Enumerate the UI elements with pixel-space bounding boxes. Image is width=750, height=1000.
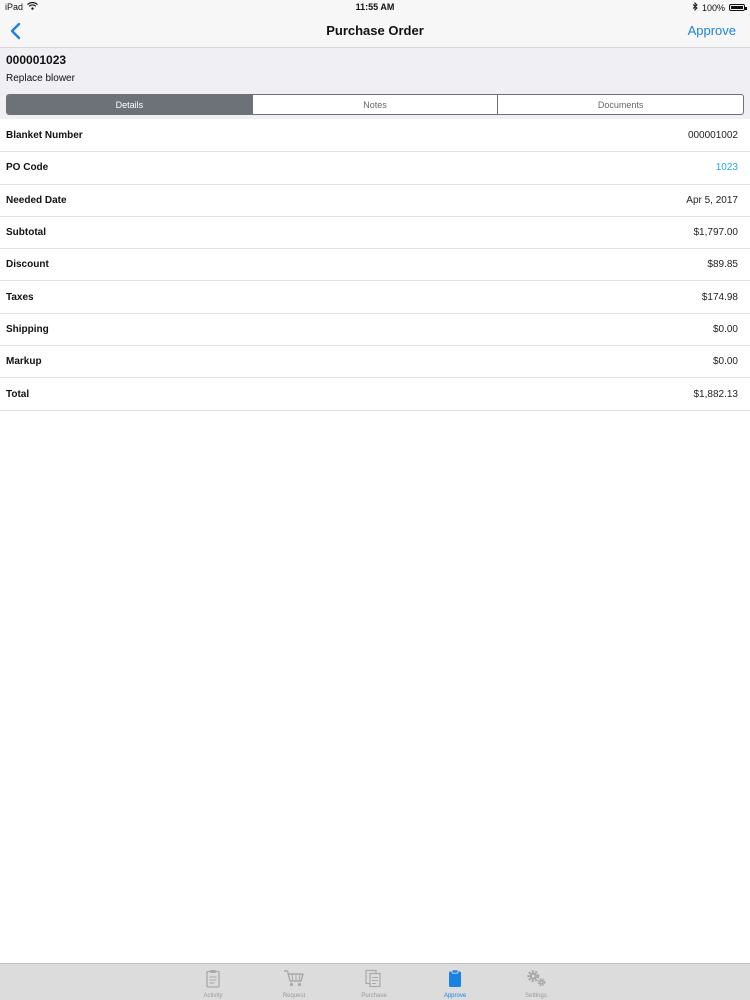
detail-label: Subtotal xyxy=(6,227,46,239)
detail-value: $0.00 xyxy=(712,323,738,335)
gears-icon xyxy=(525,968,547,988)
detail-label: Needed Date xyxy=(6,194,67,206)
order-header: 000001023 Replace blower Details Notes D… xyxy=(0,48,750,119)
tab-label: Purchase xyxy=(361,993,387,999)
detail-value: $1,882.13 xyxy=(693,388,739,400)
tab-label: Approve xyxy=(443,993,467,999)
tab-activity[interactable]: Activity xyxy=(178,964,248,1000)
detail-label: Taxes xyxy=(6,291,34,303)
detail-value: 000001002 xyxy=(687,130,738,142)
detail-row-blanket-number: Blanket Number 000001002 xyxy=(0,120,750,153)
cart-icon xyxy=(283,968,305,988)
tab-bar: Activity Request Purchase Approve Settin… xyxy=(0,963,750,1000)
detail-label: PO Code xyxy=(6,162,49,174)
tab-purchase[interactable]: Purchase xyxy=(339,964,409,1000)
detail-row-taxes: Taxes $174.98 xyxy=(0,281,750,314)
po-code-link[interactable]: 1023 xyxy=(716,162,738,173)
clipboard-icon xyxy=(444,968,466,988)
segment-documents[interactable]: Documents xyxy=(497,95,743,114)
detail-label: Shipping xyxy=(6,323,49,335)
detail-row-total: Total $1,882.13 xyxy=(0,378,750,411)
approve-button[interactable]: Approve xyxy=(688,23,736,38)
tab-approve[interactable]: Approve xyxy=(420,964,490,1000)
status-bar: iPad 11:55 AM 100% xyxy=(0,0,750,14)
status-time: 11:55 AM xyxy=(355,2,395,12)
purchase-order-screen: iPad 11:55 AM 100% Purchase Order Approv… xyxy=(0,0,750,1000)
page-title: Purchase Order xyxy=(326,23,424,38)
detail-list: Blanket Number 000001002 PO Code 1023 Ne… xyxy=(0,120,750,411)
tab-label: Settings xyxy=(525,993,547,999)
segment-details[interactable]: Details xyxy=(7,95,252,114)
detail-row-needed-date: Needed Date Apr 5, 2017 xyxy=(0,185,750,217)
detail-row-discount: Discount $89.85 xyxy=(0,249,750,282)
segmented-control: Details Notes Documents xyxy=(6,94,744,115)
detail-value: $1,797.00 xyxy=(693,227,739,239)
detail-value: $89.85 xyxy=(707,259,738,271)
tab-label: Request xyxy=(282,993,306,999)
battery-level-fill xyxy=(731,6,743,9)
detail-row-po-code: PO Code 1023 xyxy=(0,152,750,185)
detail-row-shipping: Shipping $0.00 xyxy=(0,314,750,347)
detail-row-subtotal: Subtotal $1,797.00 xyxy=(0,217,750,250)
clipboard-list-icon xyxy=(202,968,224,988)
battery-icon xyxy=(729,4,747,11)
tab-settings[interactable]: Settings xyxy=(501,964,571,1000)
tab-label: Activity xyxy=(203,993,223,999)
detail-value: $0.00 xyxy=(712,356,738,368)
detail-label: Blanket Number xyxy=(6,130,83,142)
po-number: 000001023 xyxy=(6,53,67,67)
detail-value: Apr 5, 2017 xyxy=(686,194,738,206)
detail-label: Total xyxy=(6,388,30,400)
detail-label: Markup xyxy=(6,356,42,368)
documents-icon xyxy=(363,968,385,988)
tab-request[interactable]: Request xyxy=(259,964,329,1000)
detail-row-markup: Markup $0.00 xyxy=(0,346,750,379)
detail-label: Discount xyxy=(6,259,49,271)
bluetooth-icon xyxy=(692,1,698,13)
battery-percent: 100% xyxy=(701,2,725,13)
po-description: Replace blower xyxy=(6,73,75,84)
segment-notes[interactable]: Notes xyxy=(251,95,498,114)
status-right: 100% xyxy=(692,1,747,13)
detail-value: $174.98 xyxy=(701,291,738,303)
nav-bar: Purchase Order Approve xyxy=(0,14,750,48)
